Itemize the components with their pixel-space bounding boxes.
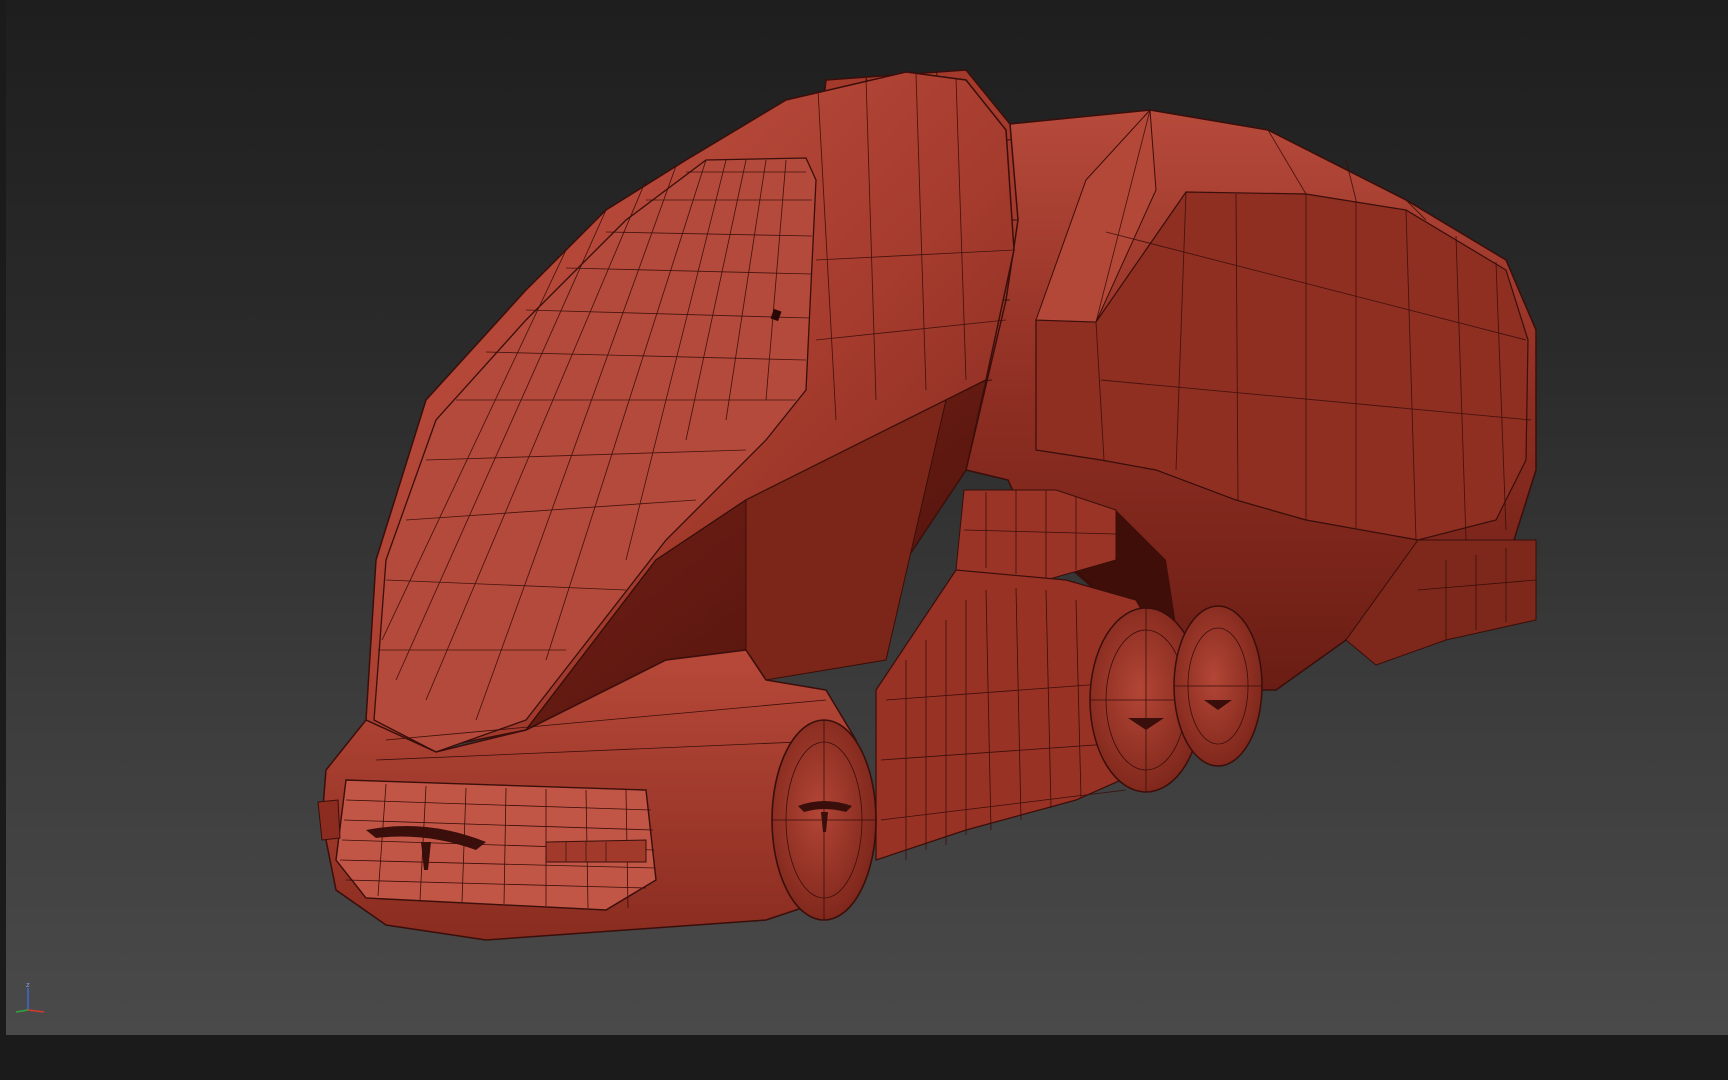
y-axis-line xyxy=(15,1009,29,1013)
rear-wheel-2[interactable] xyxy=(1173,605,1263,767)
x-axis-line xyxy=(27,1009,45,1013)
chassis-coupling[interactable] xyxy=(955,489,1117,581)
3d-viewport[interactable]: z xyxy=(6,0,1728,1035)
front-wheel[interactable] xyxy=(771,719,877,921)
app-window: z xyxy=(0,0,1728,1080)
bottom-bar xyxy=(0,1035,1728,1080)
axis-gizmo: z xyxy=(15,981,45,1013)
z-axis-label: z xyxy=(26,981,30,989)
truck-model[interactable] xyxy=(6,0,1728,1035)
